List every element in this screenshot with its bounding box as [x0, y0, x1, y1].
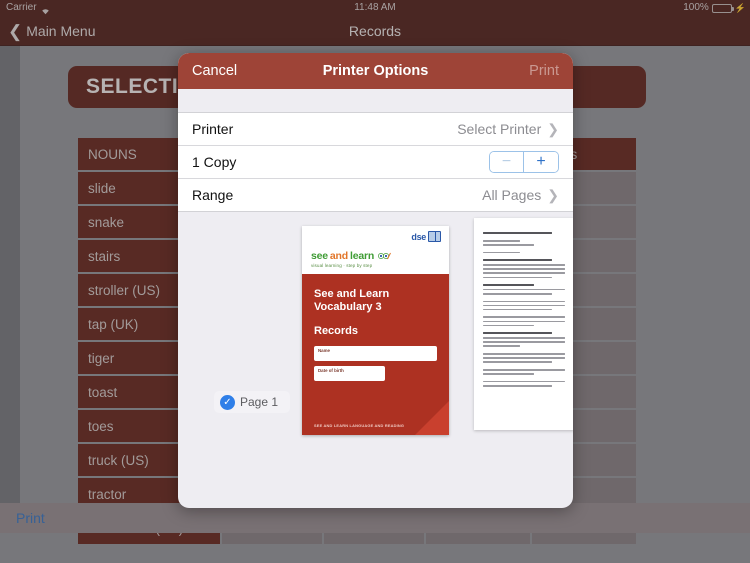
page1-title-line2: Vocabulary 3: [314, 301, 382, 313]
clock-label: 11:48 AM: [354, 2, 396, 13]
see-and-learn-logo: see and learn visual learning · step by …: [311, 250, 392, 268]
printer-value: Select Printer: [457, 121, 542, 137]
screen: Carrier 11:48 AM 100% ⚡ ❮ Main Menu Reco…: [0, 0, 750, 563]
range-value-group: All Pages ❯: [482, 187, 559, 204]
battery-percent-label: 100%: [683, 2, 709, 13]
chevron-right-icon: ❯: [547, 186, 559, 203]
range-row[interactable]: Range All Pages ❯: [178, 179, 573, 212]
range-label: Range: [192, 187, 234, 203]
decrement-button[interactable]: −: [490, 152, 524, 172]
copies-row: 1 Copy − +: [178, 146, 573, 179]
smiley-face-icon: [378, 252, 392, 261]
page1-corner-fold: [415, 401, 449, 435]
page-1-badge[interactable]: ✓ Page 1: [214, 391, 290, 413]
left-rail: [0, 46, 20, 533]
page1-body: See and Learn Vocabulary 3 Records Name …: [302, 274, 449, 435]
navigation-bar: ❮ Main Menu Records: [0, 16, 750, 46]
status-bar-right: 100% ⚡: [683, 0, 746, 16]
page1-title-line1: See and Learn: [314, 288, 390, 300]
header-spacer: [178, 89, 573, 112]
battery-icon: [711, 3, 734, 13]
page1-footer: SEE AND LEARN LANGUAGE AND READING: [314, 423, 405, 428]
printer-options-modal: Cancel Printer Options Print Printer Sel…: [178, 53, 573, 508]
preview-page-1[interactable]: dse see and learn visual learning · step…: [302, 226, 449, 435]
page-1-badge-label: Page 1: [240, 395, 279, 409]
logo-tagline: visual learning · step by step: [311, 263, 373, 268]
printer-row[interactable]: Printer Select Printer ❯: [178, 113, 573, 146]
page1-dob-field: Date of birth: [314, 366, 386, 381]
logo-word-see: see: [311, 250, 328, 262]
page-title: Records: [348, 23, 402, 39]
modal-title: Printer Options: [322, 63, 429, 79]
page1-name-field: Name: [314, 346, 437, 361]
logo-word-and: and: [329, 250, 348, 262]
copies-stepper[interactable]: − +: [489, 151, 559, 173]
options-list: Printer Select Printer ❯ 1 Copy − + Rang…: [178, 112, 573, 212]
lightning-bolt-icon: ⚡: [734, 3, 746, 13]
printer-value-group: Select Printer ❯: [457, 121, 559, 138]
chevron-right-icon: ❯: [547, 120, 559, 137]
logo-word-learn: learn: [350, 250, 375, 262]
preview-page-2[interactable]: [474, 218, 573, 430]
range-value: All Pages: [482, 187, 542, 203]
check-circle-icon: ✓: [220, 394, 235, 410]
dse-logo-text: dse: [411, 231, 426, 242]
modal-header: Cancel Printer Options Print: [178, 53, 573, 89]
increment-button[interactable]: +: [524, 152, 558, 172]
page1-masthead: dse see and learn visual learning · step…: [302, 226, 449, 274]
status-bar: Carrier 11:48 AM 100% ⚡: [0, 0, 750, 16]
page1-subtitle: Records: [314, 325, 359, 337]
print-preview-area: dse see and learn visual learning · step…: [178, 212, 573, 457]
modal-print-button[interactable]: Print: [529, 53, 559, 89]
printer-label: Printer: [192, 121, 234, 137]
dse-logo-icon: dse: [411, 231, 441, 242]
print-button[interactable]: Print: [16, 503, 45, 533]
copies-label: 1 Copy: [192, 154, 237, 170]
